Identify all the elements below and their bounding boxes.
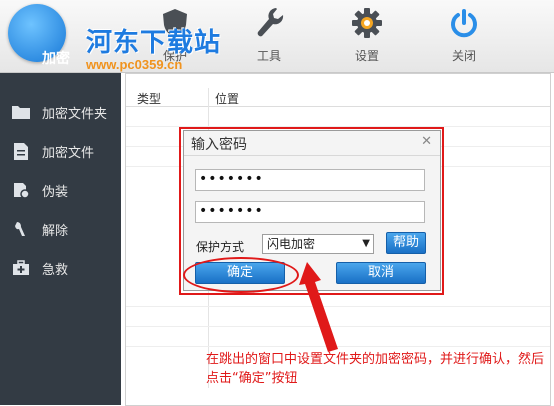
annotation-arrow	[299, 262, 338, 352]
annotation-text: 在跳出的窗口中设置文件夹的加密密码，并进行确认，然后点击“确定”按钮	[206, 352, 545, 386]
